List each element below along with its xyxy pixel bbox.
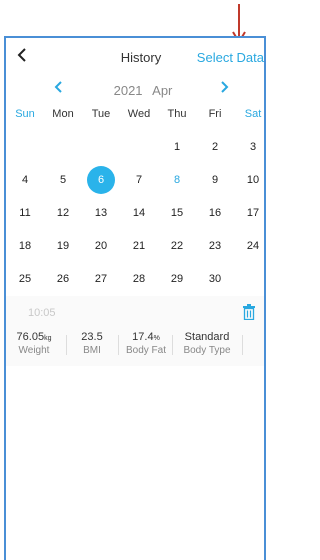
metric-number: Standard	[184, 331, 230, 343]
weekday-wed: Wed	[127, 108, 151, 120]
calendar-day[interactable]: 5	[44, 163, 82, 196]
chevron-right-icon	[221, 81, 229, 93]
calendar-day[interactable]: 26	[44, 262, 82, 295]
app-screen: History Select Data 2021 Apr Sun Mon Tue We…	[4, 36, 266, 560]
trash-icon[interactable]	[242, 304, 256, 320]
calendar-day[interactable]: 25	[6, 262, 44, 295]
calendar-week: 11 12 13 14 15 16 17	[6, 196, 264, 229]
metric-label: Fa	[250, 333, 264, 344]
calendar-day[interactable]: 18	[6, 229, 44, 262]
metric-value: 76.05kg	[6, 331, 62, 343]
month-name: Apr	[152, 83, 173, 98]
metric-divider	[118, 335, 119, 355]
calendar-day[interactable]: 6	[82, 163, 120, 196]
metric-label: Body Fat	[125, 345, 167, 356]
metric-label: BMI	[83, 345, 101, 356]
calendar-empty-cell	[6, 130, 44, 163]
calendar-day[interactable]: 13	[82, 196, 120, 229]
metrics-row: 76.05kg Weight 23.5 BMI 17.4% Body Fat Standar…	[6, 331, 264, 359]
calendar-day[interactable]: 4	[6, 163, 44, 196]
calendar-day[interactable]: 23	[196, 229, 234, 262]
weekday-thu: Thu	[167, 108, 187, 120]
year-label: 2021	[113, 83, 143, 98]
calendar-day[interactable]: 14	[120, 196, 158, 229]
next-month-button[interactable]	[219, 80, 229, 99]
calendar-empty-cell	[44, 130, 82, 163]
calendar-day[interactable]: 10	[234, 163, 264, 196]
calendar-day[interactable]: 22	[158, 229, 196, 262]
calendar-day[interactable]: 21	[120, 229, 158, 262]
calendar-day[interactable]: 15	[158, 196, 196, 229]
metric-label: Body Type	[183, 345, 231, 356]
calendar-day[interactable]: 8	[158, 163, 196, 196]
weekday-sun: Sun	[15, 108, 35, 120]
calendar-day[interactable]: 7	[120, 163, 158, 196]
calendar-week: 123	[6, 130, 264, 163]
calendar-day[interactable]: 30	[196, 262, 234, 295]
metric-value: Standard	[176, 331, 238, 343]
calendar-grid: 1 2 3 4 5 6 7 8 9 10 11 12 13 14 15 16 17 18 19 20 21 22 23 24 2…	[6, 130, 264, 295]
header: History Select Data	[6, 38, 264, 76]
calendar-day[interactable]: 16	[196, 196, 234, 229]
metric-divider	[242, 335, 243, 355]
weekday-sat: Sat	[244, 108, 262, 120]
select-data-button[interactable]: Select Data	[197, 50, 264, 65]
weekday-header: Sun Mon Tue Wed Thu Fri Sat	[6, 108, 264, 120]
calendar-empty-cell	[120, 130, 158, 163]
calendar-day[interactable]: 1	[158, 130, 196, 163]
calendar-day[interactable]: 17	[234, 196, 264, 229]
metric-value: 23.5	[68, 331, 116, 343]
metric-body-type: Standard Body Type	[176, 331, 238, 359]
month-navigation: 2021 Apr	[6, 80, 264, 102]
metric-bmi: 23.5 BMI	[68, 331, 116, 359]
metric-body-fat: 17.4% Body Fat	[120, 331, 172, 359]
metric-number: 23.5	[81, 331, 103, 343]
metric-fa: Fa	[250, 331, 264, 359]
calendar-day[interactable]: 12	[44, 196, 82, 229]
calendar-empty-cell	[234, 262, 264, 295]
history-record[interactable]: 10:05 76.05kg Weight 23.5 BMI 17.4% Body Fat S…	[6, 296, 264, 366]
record-time: 10:05	[28, 307, 56, 319]
metric-value: 17.4%	[120, 331, 172, 343]
calendar-week: 4 5 6 7 8 9 10	[6, 163, 264, 196]
calendar-day[interactable]: 19	[44, 229, 82, 262]
calendar-day[interactable]: 24	[234, 229, 264, 262]
calendar-day[interactable]: 2	[196, 130, 234, 163]
selected-day-marker: 6	[87, 165, 115, 194]
metric-number: 17.4	[132, 331, 154, 343]
calendar-empty-cell	[82, 130, 120, 163]
calendar-week: 25 26 27 28 29 30	[6, 262, 264, 295]
metric-number: 76.05	[16, 331, 45, 343]
calendar-day[interactable]: 3	[234, 130, 264, 163]
calendar-day[interactable]: 28	[120, 262, 158, 295]
weekday-fri: Fri	[208, 108, 222, 120]
weekday-mon: Mon	[52, 108, 74, 120]
metric-unit: kg	[44, 335, 52, 342]
metric-divider	[66, 335, 67, 355]
calendar-week: 18 19 20 21 22 23 24	[6, 229, 264, 262]
calendar-day[interactable]: 11	[6, 196, 44, 229]
calendar-day[interactable]: 29	[158, 262, 196, 295]
metric-unit: %	[153, 335, 160, 342]
metric-label: Weight	[18, 345, 50, 356]
calendar-day[interactable]: 27	[82, 262, 120, 295]
metric-divider	[172, 335, 173, 355]
metric-weight: 76.05kg Weight	[6, 331, 62, 359]
calendar-day[interactable]: 9	[196, 163, 234, 196]
weekday-tue: Tue	[91, 108, 111, 120]
calendar-day[interactable]: 20	[82, 229, 120, 262]
